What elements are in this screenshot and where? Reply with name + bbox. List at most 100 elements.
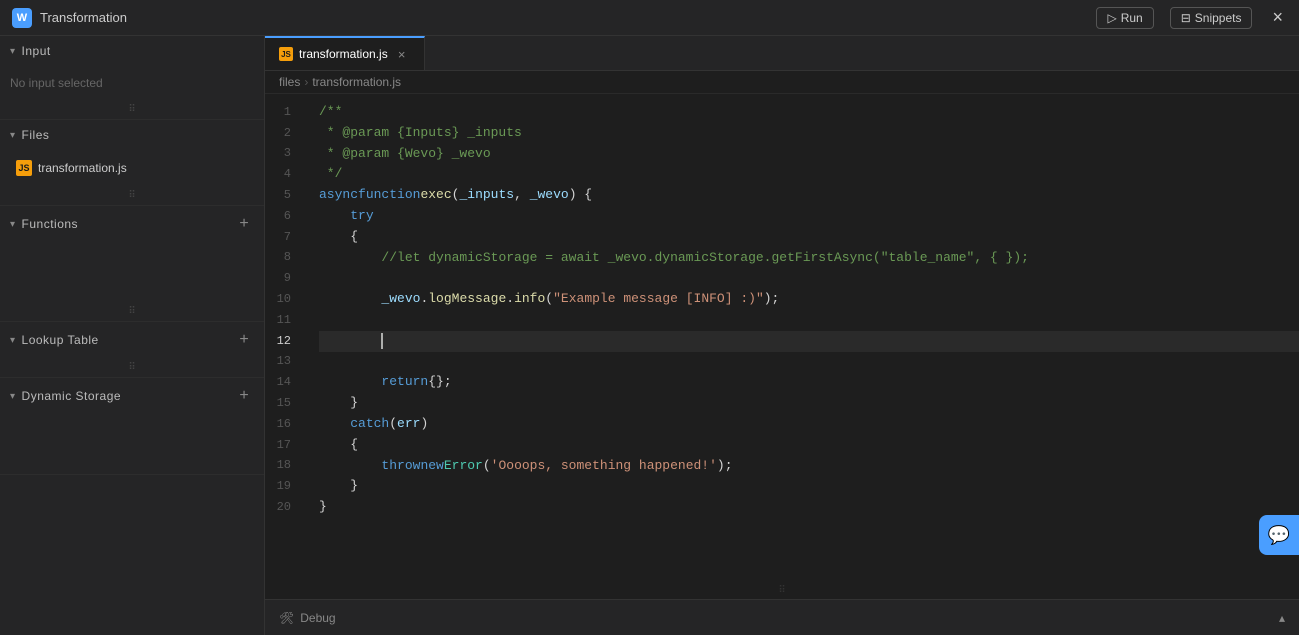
title-bar: W Transformation ▷ Run ⊟ Snippets ×: [0, 0, 1299, 36]
file-name: transformation.js: [38, 161, 127, 175]
debug-label: Debug: [300, 611, 335, 625]
title-bar-actions: ▷ Run ⊟ Snippets ×: [1096, 7, 1287, 29]
tab-close-button[interactable]: ×: [394, 46, 410, 62]
add-function-button[interactable]: +: [234, 214, 254, 234]
input-section-label: Input: [22, 44, 51, 58]
chat-widget[interactable]: 💬: [1259, 515, 1299, 555]
breadcrumb-path[interactable]: files: [279, 75, 300, 89]
line-num-1: 1: [265, 102, 299, 123]
code-line-13: [319, 352, 1299, 373]
app-logo: W: [12, 8, 32, 28]
line-num-20: 20: [265, 497, 299, 518]
line-num-2: 2: [265, 123, 299, 144]
functions-drag-handle[interactable]: ⠿: [0, 302, 264, 321]
files-chevron-icon: ▾: [10, 130, 16, 141]
app-title: Transformation: [40, 10, 127, 25]
line-num-4: 4: [265, 164, 299, 185]
breadcrumb-separator: ›: [304, 75, 308, 89]
functions-chevron-icon: ▾: [10, 219, 16, 230]
code-content[interactable]: /** * @param {Inputs} _inputs * @param {…: [311, 94, 1299, 582]
code-line-14: return {};: [319, 372, 1299, 393]
line-num-17: 17: [265, 435, 299, 456]
tab-filename: transformation.js: [299, 47, 388, 61]
input-section-content: No input selected: [0, 66, 264, 100]
debug-icon: 🛠: [279, 611, 294, 625]
code-line-2: * @param {Inputs} _inputs: [319, 123, 1299, 144]
code-editor[interactable]: 1 2 3 4 5 6 7 8 9 10 11 12 13 14 15 16 1…: [265, 94, 1299, 582]
functions-section-header[interactable]: ▾ Functions +: [0, 206, 264, 242]
main-layout: ▾ Input No input selected ⠿ ▾ Files JS t…: [0, 36, 1299, 635]
input-drag-handle[interactable]: ⠿: [0, 100, 264, 119]
dynamic-storage-header-left: ▾ Dynamic Storage: [10, 389, 121, 403]
line-num-11: 11: [265, 310, 299, 331]
input-chevron-icon: ▾: [10, 46, 16, 57]
line-num-9: 9: [265, 268, 299, 289]
code-line-1: /**: [319, 102, 1299, 123]
add-lookup-button[interactable]: +: [234, 330, 254, 350]
lookup-drag-handle[interactable]: ⠿: [0, 358, 264, 377]
line-num-12: 12: [265, 331, 299, 352]
sidebar-section-files: ▾ Files JS transformation.js ⠿: [0, 120, 264, 206]
run-label: Run: [1121, 11, 1143, 25]
snippets-icon: ⊟: [1181, 11, 1191, 25]
line-num-3: 3: [265, 144, 299, 165]
files-section-header[interactable]: ▾ Files: [0, 120, 264, 150]
close-button[interactable]: ×: [1268, 7, 1287, 28]
run-button[interactable]: ▷ Run: [1096, 7, 1153, 29]
sidebar-section-dynamic-storage: ▾ Dynamic Storage +: [0, 378, 264, 475]
code-line-19: }: [319, 476, 1299, 497]
code-line-4: */: [319, 164, 1299, 185]
code-line-7: {: [319, 227, 1299, 248]
code-line-11: [319, 310, 1299, 331]
lookup-table-section-header[interactable]: ▾ Lookup Table +: [0, 322, 264, 358]
breadcrumb: files › transformation.js: [265, 71, 1299, 94]
code-line-8: //let dynamicStorage = await _wevo.dynam…: [319, 248, 1299, 269]
dynamic-storage-chevron-icon: ▾: [10, 391, 16, 402]
code-line-3: * @param {Wevo} _wevo: [319, 144, 1299, 165]
dynamic-storage-content: [0, 414, 264, 474]
debug-chevron-icon[interactable]: ▴: [1279, 611, 1285, 625]
editor-drag-handle[interactable]: ⠿: [265, 582, 1299, 599]
code-line-12: [319, 331, 1299, 352]
add-dynamic-storage-button[interactable]: +: [234, 386, 254, 406]
lookup-header-left: ▾ Lookup Table: [10, 333, 99, 347]
dynamic-storage-section-label: Dynamic Storage: [22, 389, 122, 403]
code-line-17: {: [319, 435, 1299, 456]
code-line-6: try: [319, 206, 1299, 227]
functions-header-left: ▾ Functions: [10, 217, 78, 231]
lookup-chevron-icon: ▾: [10, 335, 16, 346]
code-line-15: }: [319, 393, 1299, 414]
line-num-15: 15: [265, 393, 299, 414]
files-header-left: ▾ Files: [10, 128, 49, 142]
breadcrumb-filename[interactable]: transformation.js: [312, 75, 401, 89]
file-item-transformation[interactable]: JS transformation.js: [10, 156, 254, 180]
line-num-7: 7: [265, 227, 299, 248]
snippets-label: Snippets: [1195, 11, 1242, 25]
line-num-18: 18: [265, 456, 299, 477]
files-drag-handle[interactable]: ⠿: [0, 186, 264, 205]
functions-section-content: [0, 242, 264, 302]
sidebar-section-input: ▾ Input No input selected ⠿: [0, 36, 264, 120]
tab-transformation-js[interactable]: JS transformation.js ×: [265, 36, 425, 70]
lookup-section-label: Lookup Table: [22, 333, 99, 347]
code-line-18: throw new Error('Oooops, something happe…: [319, 456, 1299, 477]
line-num-5: 5: [265, 185, 299, 206]
line-num-14: 14: [265, 372, 299, 393]
no-input-text: No input selected: [10, 72, 254, 94]
sidebar: ▾ Input No input selected ⠿ ▾ Files JS t…: [0, 36, 265, 635]
sidebar-section-lookup-table: ▾ Lookup Table + ⠿: [0, 322, 264, 378]
debug-bar: 🛠 Debug ▴: [265, 599, 1299, 635]
snippets-button[interactable]: ⊟ Snippets: [1170, 7, 1253, 29]
line-num-19: 19: [265, 476, 299, 497]
title-bar-left: W Transformation: [12, 8, 127, 28]
input-section-header[interactable]: ▾ Input: [0, 36, 264, 66]
sidebar-section-functions: ▾ Functions + ⠿: [0, 206, 264, 322]
line-num-6: 6: [265, 206, 299, 227]
functions-section-label: Functions: [22, 217, 79, 231]
line-num-16: 16: [265, 414, 299, 435]
code-line-20: }: [319, 497, 1299, 518]
dynamic-storage-section-header[interactable]: ▾ Dynamic Storage +: [0, 378, 264, 414]
line-numbers: 1 2 3 4 5 6 7 8 9 10 11 12 13 14 15 16 1…: [265, 94, 311, 582]
files-section-label: Files: [22, 128, 50, 142]
code-line-5: async function exec(_inputs, _wevo) {: [319, 185, 1299, 206]
